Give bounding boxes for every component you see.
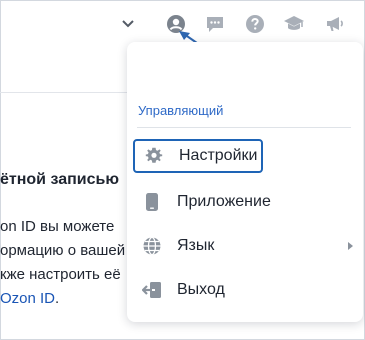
gear-icon xyxy=(143,145,165,167)
graduation-cap-icon[interactable] xyxy=(283,14,305,34)
menu-item-label: Настройки xyxy=(179,147,258,164)
menu-item-language[interactable]: Язык xyxy=(133,229,357,263)
account-section-heading: ётной записью xyxy=(0,171,119,188)
menu-item-settings[interactable]: Настройки xyxy=(133,139,263,173)
body-text-line: кже настроить её xyxy=(0,266,121,283)
body-text-line: Ozon ID. xyxy=(0,290,59,307)
menu-item-app[interactable]: Приложение xyxy=(133,185,357,219)
globe-icon xyxy=(141,235,163,257)
ozon-id-link[interactable]: Ozon ID xyxy=(0,290,55,307)
submenu-caret-icon xyxy=(348,242,353,250)
megaphone-icon[interactable] xyxy=(325,14,345,34)
menu-item-label: Выход xyxy=(177,281,225,298)
user-role-label: Управляющий xyxy=(138,103,224,118)
phone-icon xyxy=(141,191,163,213)
background-divider xyxy=(0,92,130,93)
sentence-end: . xyxy=(55,290,60,307)
menu-item-logout[interactable]: Выход xyxy=(133,273,357,307)
body-text-line: on ID вы можете xyxy=(0,218,115,235)
menu-item-label: Приложение xyxy=(177,193,271,210)
menu-item-label: Язык xyxy=(177,237,215,254)
body-text-line: ормацию о вашей xyxy=(0,242,126,259)
chevron-down-icon[interactable] xyxy=(119,16,137,32)
menu-divider xyxy=(137,127,351,128)
logout-icon xyxy=(141,279,163,301)
profile-dropdown-menu: Управляющий Настройки Приложение Язык Вы… xyxy=(127,42,363,322)
help-icon[interactable] xyxy=(245,14,265,34)
